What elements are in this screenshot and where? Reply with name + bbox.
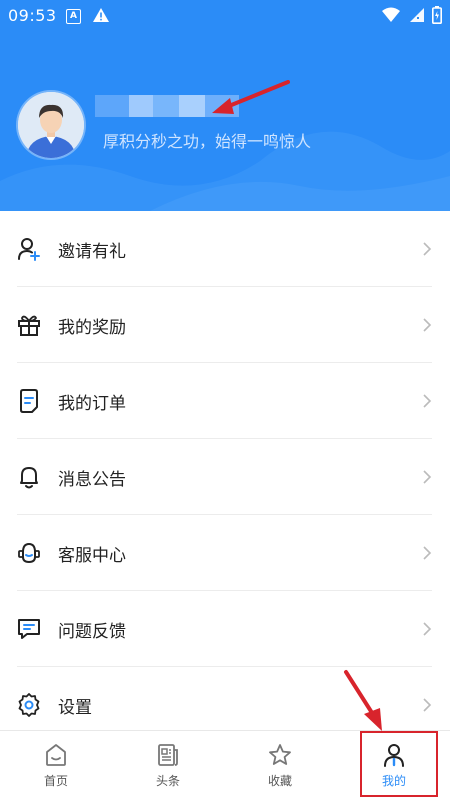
menu-item-feedback[interactable]: 问题反馈 xyxy=(0,591,450,667)
chevron-right-icon xyxy=(423,394,432,408)
wifi-icon xyxy=(382,7,400,22)
add-user-icon xyxy=(18,238,40,261)
star-icon xyxy=(269,744,291,765)
order-icon xyxy=(20,389,38,413)
menu-item-orders[interactable]: 我的订单 xyxy=(0,363,450,439)
chevron-right-icon xyxy=(423,698,432,712)
chevron-right-icon xyxy=(423,546,432,560)
chevron-right-icon xyxy=(423,318,432,332)
avatar[interactable] xyxy=(18,92,84,158)
tab-label: 首页 xyxy=(43,774,68,788)
menu-item-notices[interactable]: 消息公告 xyxy=(0,439,450,515)
menu-item-invite[interactable]: 邀请有礼 xyxy=(0,211,450,287)
annotation-arrow-icon xyxy=(344,670,382,731)
signal-icon xyxy=(410,8,424,22)
menu-item-label: 客服中心 xyxy=(58,545,126,566)
feedback-icon xyxy=(18,619,40,639)
status-bar: 09:53 A xyxy=(0,0,450,32)
menu-item-label: 设置 xyxy=(58,697,92,718)
menu-item-label: 问题反馈 xyxy=(58,621,126,642)
chevron-right-icon xyxy=(423,242,432,256)
menu-item-label: 消息公告 xyxy=(58,469,126,490)
menu-item-label: 邀请有礼 xyxy=(58,241,126,262)
gift-icon xyxy=(18,315,40,336)
home-icon xyxy=(46,744,66,766)
a-notification-icon: A xyxy=(66,9,81,24)
profile-slogan: 厚积分秒之功，始得一鸣惊人 xyxy=(103,132,312,151)
gear-icon xyxy=(18,693,40,717)
bell-icon xyxy=(20,467,38,489)
menu-list: 邀请有礼 我的奖励 我的订单 消息公告 客服中心 问题反馈 设置 xyxy=(0,211,450,743)
tab-label: 头条 xyxy=(155,774,180,788)
user-avatar-icon xyxy=(18,92,84,158)
menu-item-customer-service[interactable]: 客服中心 xyxy=(0,515,450,591)
tab-label: 收藏 xyxy=(267,774,292,788)
customer-service-icon xyxy=(18,542,40,564)
chevron-right-icon xyxy=(423,622,432,636)
highlight-box xyxy=(360,731,438,797)
battery-icon xyxy=(432,6,442,24)
chevron-right-icon xyxy=(423,470,432,484)
warning-icon xyxy=(93,8,109,22)
tab-news[interactable]: 头条 xyxy=(112,731,224,801)
tab-home[interactable]: 首页 xyxy=(0,731,112,801)
menu-item-label: 我的订单 xyxy=(58,393,126,414)
menu-item-rewards[interactable]: 我的奖励 xyxy=(0,287,450,363)
news-icon xyxy=(158,744,178,766)
annotation-arrow-icon xyxy=(212,80,290,114)
menu-item-label: 我的奖励 xyxy=(58,317,126,338)
tab-favorites[interactable]: 收藏 xyxy=(224,731,336,801)
status-time: 09:53 xyxy=(8,6,57,25)
profile-header: 厚积分秒之功，始得一鸣惊人 xyxy=(0,32,450,211)
